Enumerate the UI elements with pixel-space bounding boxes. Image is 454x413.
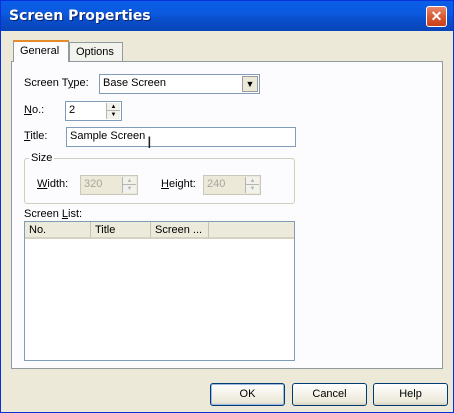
number-value: 2 [69, 104, 76, 116]
text-cursor-icon: Ι [147, 133, 152, 152]
screen-type-value: Base Screen [103, 77, 166, 89]
screen-type-label: Screen Type: [24, 77, 89, 89]
spin-up-icon[interactable]: ▲ [107, 103, 120, 111]
number-label: No.: [24, 104, 45, 116]
column-header-title[interactable]: Title [91, 222, 151, 239]
cancel-button[interactable]: Cancel [292, 383, 367, 406]
width-value: 320 [84, 178, 103, 190]
height-stepper: 240 ▲ ▼ [203, 175, 261, 195]
screen-list-label: Screen List: [24, 208, 83, 220]
screen-list[interactable]: No. Title Screen ... [24, 221, 295, 361]
title-bar[interactable]: Screen Properties ✕ [1, 1, 453, 31]
ok-button[interactable]: OK [210, 383, 285, 406]
screen-type-select[interactable]: Base Screen ▼ [99, 74, 260, 94]
width-stepper: 320 ▲ ▼ [80, 175, 138, 195]
close-icon[interactable]: ✕ [426, 6, 447, 27]
spin-down-icon[interactable]: ▼ [107, 111, 120, 119]
size-legend: Size [29, 152, 55, 164]
title-input[interactable]: Sample Screen [66, 127, 296, 147]
title-label: Title: [24, 130, 48, 142]
height-value: 240 [207, 178, 226, 190]
dialog-title: Screen Properties [9, 8, 151, 24]
tab-options[interactable]: Options [69, 42, 123, 62]
tab-general[interactable]: General [13, 40, 69, 62]
column-header-no[interactable]: No. [25, 222, 91, 239]
height-spin-buttons: ▲ ▼ [245, 177, 259, 193]
spin-up-icon: ▲ [123, 177, 136, 185]
spin-up-icon: ▲ [246, 177, 259, 185]
number-stepper[interactable]: 2 ▲ ▼ [65, 101, 122, 121]
spin-down-icon: ▼ [249, 186, 256, 192]
screen-properties-dialog: Screen Properties ✕ General Options Scre… [0, 0, 454, 413]
number-spin-buttons[interactable]: ▲ ▼ [106, 103, 120, 119]
help-button[interactable]: Help [373, 383, 448, 406]
column-header-screen[interactable]: Screen ... [151, 222, 209, 239]
chevron-down-icon[interactable]: ▼ [242, 76, 258, 92]
height-label: Height: [161, 178, 196, 190]
title-value: Sample Screen [70, 130, 146, 142]
width-label: Width: [37, 178, 69, 190]
column-header-empty [209, 222, 294, 239]
width-spin-buttons: ▲ ▼ [122, 177, 136, 193]
spin-down-icon: ▼ [126, 186, 133, 192]
